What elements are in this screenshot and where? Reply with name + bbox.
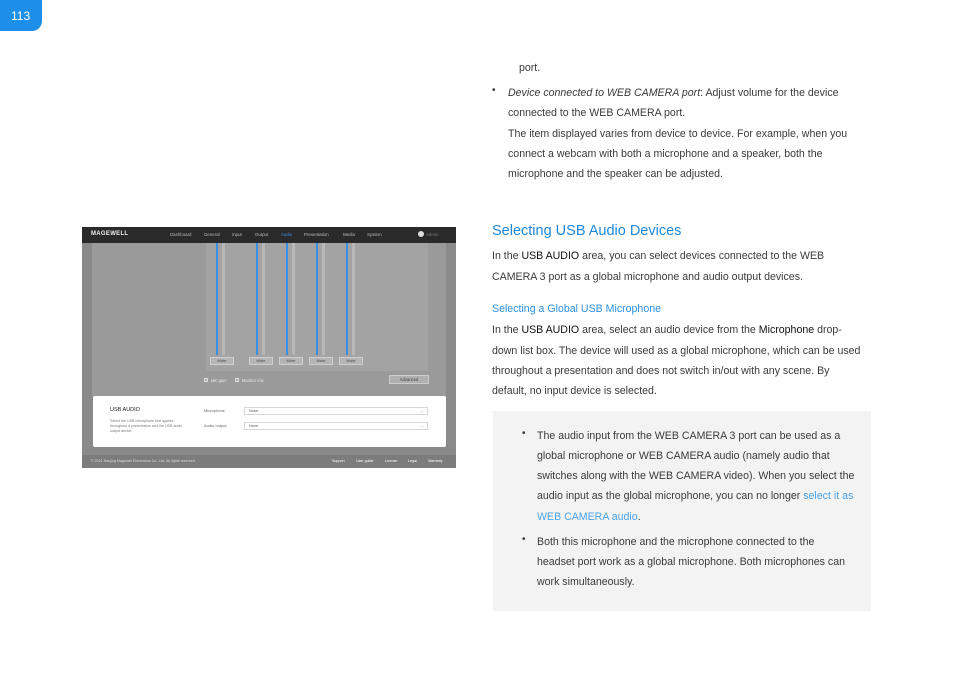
text-run: In the (492, 250, 522, 262)
intro-bullet-rest: : Adjust volume for the device (700, 87, 839, 99)
web-ui-screenshot: MAGEWELL Dashboard General Input Output … (82, 227, 456, 468)
mute-button[interactable]: Mute (279, 357, 303, 365)
crossref-link[interactable]: WEB CAMERA audio (537, 511, 638, 523)
nav-output[interactable]: Output (255, 232, 268, 237)
mute-button[interactable]: Mute (339, 357, 363, 365)
intro-line-2: connected to the WEB CAMERA port. (508, 107, 686, 119)
monitor-mix-checkbox[interactable] (235, 378, 239, 382)
note-b1-line-2: global microphone or WEB CAMERA audio (n… (537, 450, 830, 462)
nav-dashboard[interactable]: Dashboard (170, 232, 191, 237)
monitor-mix-label: Monitor mix (242, 378, 264, 383)
note-b1-line-3: switches along with the WEB CAMERA video… (537, 470, 855, 482)
crossref-link[interactable]: select it as (803, 490, 853, 502)
footer-link-legal[interactable]: Legal (408, 459, 417, 463)
intro-port-line: port. (519, 62, 541, 74)
text-run: . (637, 511, 641, 523)
audio-output-select[interactable]: None ⌄ (244, 422, 428, 430)
microphone-label: Microphone (204, 408, 225, 413)
page-number-badge: 113 (0, 0, 42, 31)
nav-system[interactable]: System (367, 232, 382, 237)
note-b1-line-5: WEB CAMERA audio. (537, 507, 865, 527)
intro-bullet-term: Device connected to WEB CAMERA port (508, 87, 701, 99)
text-run: area, you can select devices connected t… (579, 250, 825, 262)
volume-fader[interactable] (312, 243, 330, 355)
nav-media[interactable]: Media (343, 232, 355, 237)
audio-output-value: None (249, 424, 259, 428)
bullet-dot: • (492, 85, 496, 96)
nav-general[interactable]: General (204, 232, 220, 237)
footer-link-warranty[interactable]: Warranty (428, 459, 442, 463)
mic-gain-label: Mic gain (211, 378, 227, 383)
intro-line-4: connect a webcam with both a microphone … (508, 148, 823, 160)
note-b1-line-4: audio input as the global microphone, yo… (537, 486, 865, 506)
footer-link-user-guide[interactable]: User guide (356, 459, 373, 463)
mute-button[interactable]: Mute (210, 357, 234, 365)
audio-output-label: Audio output (204, 423, 227, 428)
subsection-line-2: down list box. The device will used as a… (492, 345, 861, 357)
subsection-title: Selecting a Global USB Microphone (492, 303, 662, 315)
usb-audio-card: USB AUDIO Select the USB microphone that… (93, 396, 446, 447)
usb-audio-title: USB AUDIO (110, 407, 140, 413)
screenshot-footer: © 2021 Nanjing Magewell Electronics Co.,… (82, 455, 456, 468)
footer-link-license[interactable]: License (385, 459, 397, 463)
microphone-term: Microphone (758, 324, 815, 336)
nav-input[interactable]: Input (232, 232, 242, 237)
volume-fader[interactable] (342, 243, 360, 355)
volume-fader[interactable] (252, 243, 270, 355)
mute-button[interactable]: Mute (249, 357, 273, 365)
user-label[interactable]: Admin (426, 232, 438, 237)
microphone-select[interactable]: None ⌄ (244, 407, 428, 415)
section-paragraph-line-2: CAMERA 3 port as a global microphone and… (492, 271, 803, 283)
mic-gain-checkbox[interactable] (204, 378, 208, 382)
user-avatar-icon[interactable] (418, 231, 424, 237)
intro-line-5: microphone and the speaker can be adjust… (508, 168, 723, 180)
nav-presentation[interactable]: Presentation (304, 232, 329, 237)
intro-line-3: The item displayed varies from device to… (508, 128, 848, 140)
footer-link-support[interactable]: Support (332, 459, 345, 463)
note-b1-line-1: The audio input from the WEB CAMERA 3 po… (537, 430, 841, 442)
copyright-text: © 2021 Nanjing Magewell Electronics Co.,… (91, 459, 196, 463)
volume-fader[interactable] (282, 243, 300, 355)
screenshot-navbar: MAGEWELL Dashboard General Input Output … (82, 227, 456, 243)
note-bullet-dot: • (522, 428, 526, 439)
advanced-button[interactable]: Advanced (389, 375, 429, 384)
nav-audio[interactable]: Audio (281, 232, 292, 237)
chevron-down-icon: ⌄ (420, 423, 424, 428)
section-paragraph-line-1: In the USB AUDIO area, you can select de… (492, 246, 872, 266)
note-bullet-dot: • (522, 534, 526, 545)
mute-button[interactable]: Mute (309, 357, 333, 365)
usb-audio-term: USB AUDIO (521, 324, 580, 336)
text-run: drop- (814, 324, 842, 336)
text-run: audio input as the global microphone, yo… (537, 490, 804, 502)
magewell-logo: MAGEWELL (91, 231, 129, 237)
note-b2-line-3: work simultaneously. (537, 576, 635, 588)
subsection-line-4: default, no input device is selected. (492, 385, 657, 397)
note-b2-line-1: Both this microphone and the microphone … (537, 536, 815, 548)
subsection-line-1: In the USB AUDIO area, select an audio d… (492, 320, 872, 340)
text-run: In the (492, 324, 522, 336)
usb-audio-term: USB AUDIO (521, 250, 580, 262)
section-title: Selecting USB Audio Devices (492, 223, 682, 239)
text-run: area, select an audio device from the (579, 324, 759, 336)
microphone-value: None (249, 409, 259, 413)
note-b2-line-2: headset port work as a global microphone… (537, 556, 845, 568)
usb-audio-description: Select the USB microphone that applies t… (110, 419, 183, 433)
subsection-line-3: throughout a presentation and does not s… (492, 365, 830, 377)
chevron-down-icon: ⌄ (420, 408, 424, 413)
intro-bullet-line: Device connected to WEB CAMERA port: Adj… (508, 83, 868, 103)
volume-fader[interactable] (212, 243, 230, 355)
